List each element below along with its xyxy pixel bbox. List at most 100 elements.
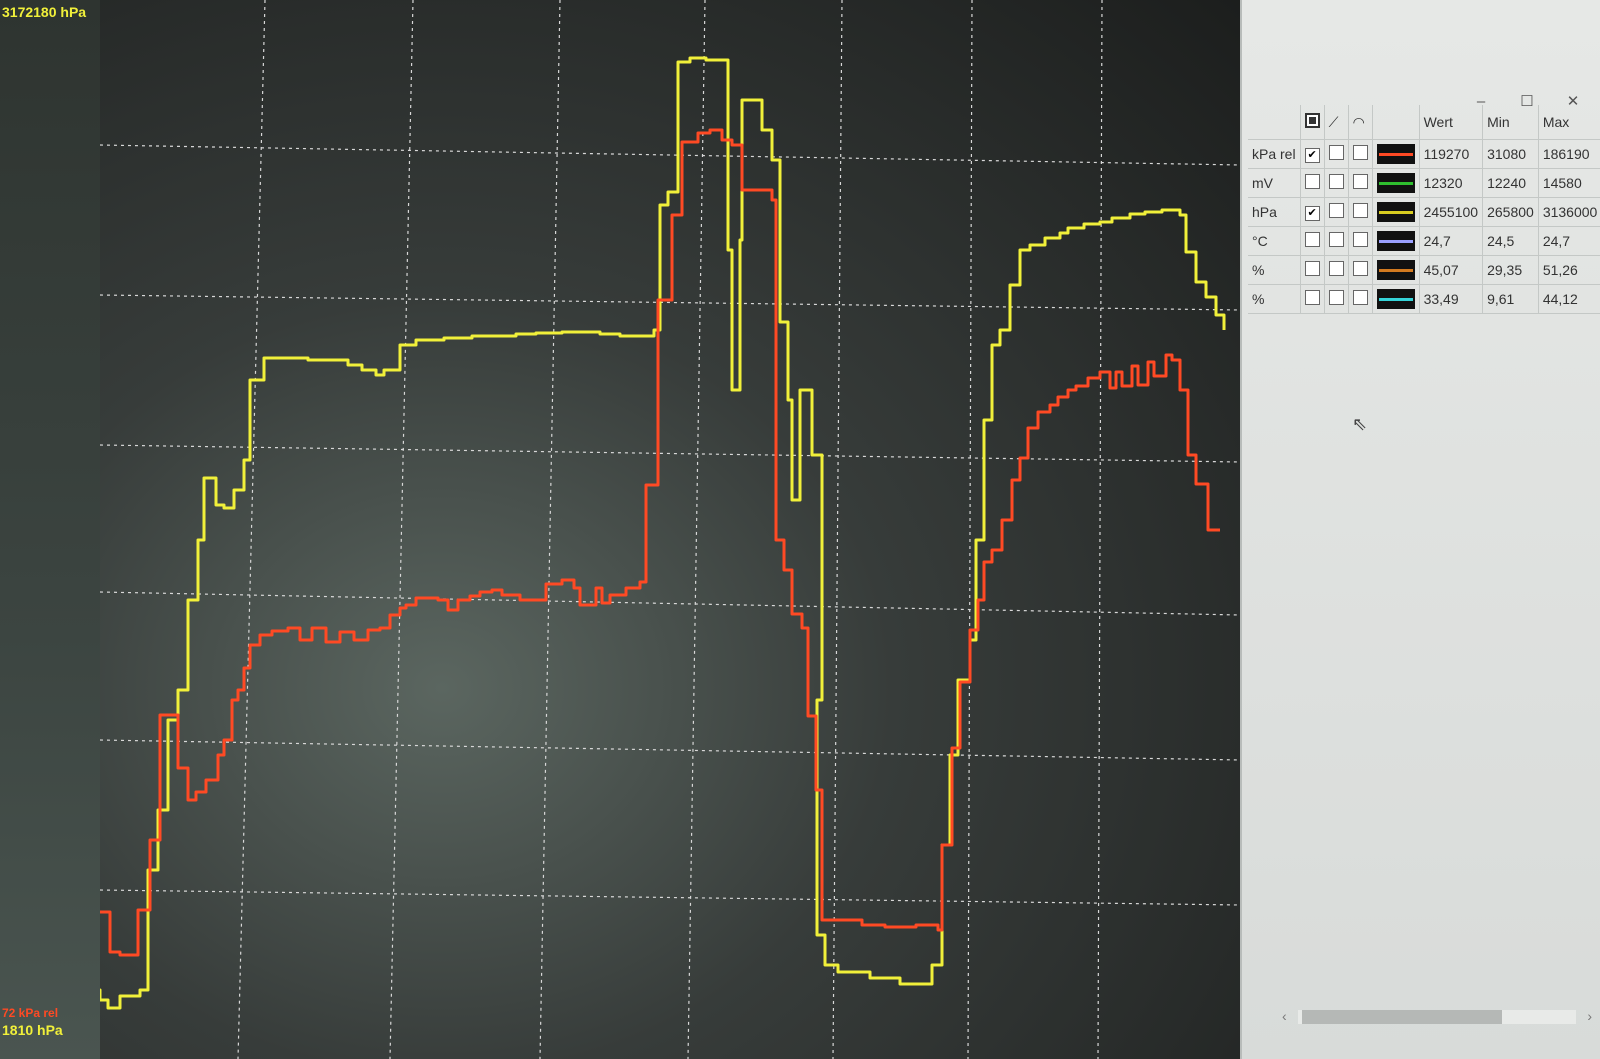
channel-min: 31080 — [1482, 139, 1539, 169]
channel-row[interactable]: % 33,49 9,61 44,12 — [1248, 284, 1600, 314]
checkbox[interactable] — [1328, 174, 1344, 189]
checkbox[interactable] — [1328, 290, 1344, 305]
channel-show-checkbox[interactable] — [1300, 255, 1325, 285]
channel-trend-checkbox[interactable] — [1348, 284, 1373, 314]
channel-min: 12240 — [1482, 168, 1539, 198]
channel-color-swatch[interactable] — [1372, 284, 1420, 314]
channel-show-checkbox[interactable]: ✔ — [1300, 139, 1325, 169]
channel-wert: 45,07 — [1419, 255, 1484, 285]
header-trend[interactable]: ⟋ — [1324, 105, 1349, 140]
channel-gauge-checkbox[interactable] — [1324, 197, 1349, 227]
header-show[interactable] — [1300, 105, 1325, 140]
checkbox[interactable] — [1328, 232, 1344, 247]
color-swatch[interactable] — [1376, 231, 1415, 251]
channel-wert: 33,49 — [1419, 284, 1484, 314]
header-max: Max — [1538, 105, 1600, 140]
grid-line — [100, 591, 1240, 616]
y-axis-bottom-label-red: 72 kPa rel — [2, 1006, 59, 1020]
checkbox[interactable]: ✔ — [1304, 206, 1320, 221]
channel-trend-checkbox[interactable] — [1348, 139, 1373, 169]
color-swatch[interactable] — [1376, 173, 1415, 193]
channel-color-swatch[interactable] — [1372, 255, 1420, 285]
channel-min: 24,5 — [1482, 226, 1539, 256]
channel-row[interactable]: mV 12320 12240 14580 — [1248, 168, 1600, 198]
channel-panel: – ☐ ✕ ⟋ ◠ Wert Min Max kPa rel ✔ 119270 31080… — [1240, 0, 1600, 1059]
channel-min: 9,61 — [1482, 284, 1539, 314]
channel-color-swatch[interactable] — [1372, 226, 1420, 256]
channel-max: 3136000 — [1538, 197, 1600, 227]
channel-color-swatch[interactable] — [1372, 139, 1420, 169]
grid-line — [100, 294, 1240, 311]
channel-row[interactable]: kPa rel ✔ 119270 31080 186190 — [1248, 139, 1600, 169]
gauge-icon[interactable]: ◠ — [1353, 114, 1365, 131]
header-gauge[interactable]: ◠ — [1348, 105, 1373, 140]
channel-gauge-checkbox[interactable] — [1324, 139, 1349, 169]
scroll-left-icon[interactable]: ‹ — [1282, 1008, 1287, 1024]
channel-gauge-checkbox[interactable] — [1324, 226, 1349, 256]
grid-line — [539, 0, 561, 1059]
color-swatch[interactable] — [1376, 144, 1415, 164]
channel-trend-checkbox[interactable] — [1348, 226, 1373, 256]
channel-row[interactable]: % 45,07 29,35 51,26 — [1248, 255, 1600, 285]
grid-line — [100, 889, 1240, 906]
header-min: Min — [1482, 105, 1539, 140]
scroll-thumb[interactable] — [1302, 1010, 1502, 1024]
checkbox[interactable] — [1328, 203, 1344, 218]
scroll-right-icon[interactable]: › — [1587, 1008, 1592, 1024]
channel-trend-checkbox[interactable] — [1348, 197, 1373, 227]
grid-line — [100, 739, 1240, 761]
channel-color-swatch[interactable] — [1372, 197, 1420, 227]
checkbox[interactable] — [1352, 261, 1368, 276]
channel-max: 44,12 — [1538, 284, 1600, 314]
channel-max: 51,26 — [1538, 255, 1600, 285]
series-line-hpa — [100, 56, 1226, 1010]
channel-wert: 2455100 — [1419, 197, 1484, 227]
channel-unit: mV — [1248, 168, 1301, 198]
color-swatch[interactable] — [1376, 260, 1415, 280]
mouse-cursor-icon: ⇖ — [1352, 414, 1368, 434]
color-swatch[interactable] — [1376, 202, 1415, 222]
checkbox[interactable] — [1304, 232, 1320, 247]
channel-table: ⟋ ◠ Wert Min Max kPa rel ✔ 119270 31080 1861… — [1248, 105, 1600, 314]
color-swatch[interactable] — [1376, 289, 1415, 309]
horizontal-scrollbar[interactable]: ‹ › — [1282, 1008, 1592, 1026]
channel-unit: °C — [1248, 226, 1301, 256]
channel-show-checkbox[interactable] — [1300, 168, 1325, 198]
channel-gauge-checkbox[interactable] — [1324, 284, 1349, 314]
channel-unit: kPa rel — [1248, 139, 1301, 169]
checkbox[interactable]: ✔ — [1304, 148, 1320, 163]
header-color — [1372, 105, 1420, 140]
checkbox[interactable] — [1304, 290, 1320, 305]
checkbox[interactable] — [1352, 145, 1368, 160]
channel-unit: hPa — [1248, 197, 1301, 227]
checkbox[interactable] — [1352, 232, 1368, 247]
channel-wert: 24,7 — [1419, 226, 1484, 256]
channel-wert: 12320 — [1419, 168, 1484, 198]
channel-gauge-checkbox[interactable] — [1324, 255, 1349, 285]
checkbox[interactable] — [1352, 203, 1368, 218]
plot-area[interactable] — [100, 0, 1240, 1059]
grid — [100, 0, 1240, 1059]
channel-row[interactable]: °C 24,7 24,5 24,7 — [1248, 226, 1600, 256]
checkbox[interactable] — [1328, 145, 1344, 160]
channel-trend-checkbox[interactable] — [1348, 255, 1373, 285]
channel-row[interactable]: hPa ✔ 2455100 265800 3136000 — [1248, 197, 1600, 227]
trend-icon[interactable]: ⟋ — [1329, 114, 1339, 131]
checkbox[interactable] — [1328, 261, 1344, 276]
grid-line — [967, 0, 973, 1059]
checkbox[interactable] — [1352, 290, 1368, 305]
channel-show-checkbox[interactable] — [1300, 226, 1325, 256]
channel-trend-checkbox[interactable] — [1348, 168, 1373, 198]
plot-svg — [100, 0, 1240, 1059]
y-axis-top-label: 3172180 hPa — [2, 4, 87, 20]
grid-line — [687, 0, 706, 1059]
checkbox[interactable] — [1304, 261, 1320, 276]
checkbox[interactable] — [1304, 174, 1320, 189]
channel-gauge-checkbox[interactable] — [1324, 168, 1349, 198]
y-axis-bottom-label-yellow: 1810 hPa — [2, 1022, 63, 1038]
channel-show-checkbox[interactable]: ✔ — [1300, 197, 1325, 227]
channel-color-swatch[interactable] — [1372, 168, 1420, 198]
channel-show-checkbox[interactable] — [1300, 284, 1325, 314]
stop-icon[interactable] — [1304, 113, 1320, 128]
checkbox[interactable] — [1352, 174, 1368, 189]
